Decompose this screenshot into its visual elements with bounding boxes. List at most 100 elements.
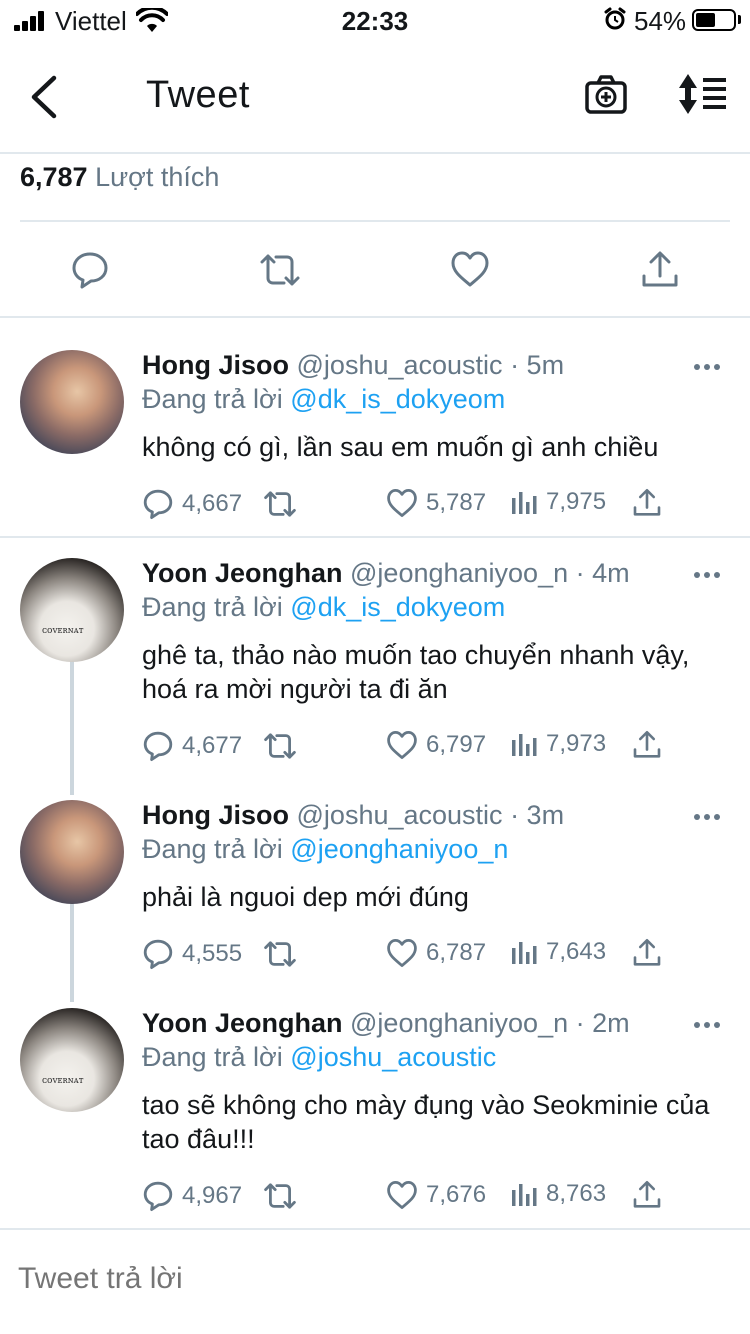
- avatar[interactable]: ᴄᴏᴠᴇʀɴᴀᴛ: [20, 1008, 124, 1112]
- camera-add-icon[interactable]: [584, 72, 628, 116]
- like-icon: [387, 730, 417, 760]
- divider: [0, 536, 750, 538]
- like-icon: [387, 1180, 417, 1210]
- share-icon: [633, 488, 661, 516]
- display-name[interactable]: Yoon Jeonghan: [142, 558, 343, 588]
- reply-count: 4,967: [182, 1182, 243, 1209]
- avatar[interactable]: ᴄᴏᴠᴇʀɴᴀᴛ: [20, 558, 124, 662]
- analytics-icon: [512, 492, 537, 514]
- like-button[interactable]: 6,787: [386, 938, 486, 968]
- like-button[interactable]: 7,676: [386, 1180, 486, 1210]
- more-icon[interactable]: [694, 364, 724, 370]
- reply-composer: [0, 1228, 750, 1334]
- reply-button[interactable]: 4,555: [142, 938, 242, 970]
- views-button[interactable]: 7,643: [510, 938, 606, 966]
- tweet-action-bar: [0, 222, 750, 318]
- timestamp: · 2m: [575, 1008, 630, 1038]
- timestamp: · 4m: [575, 558, 630, 588]
- like-button[interactable]: 6,797: [386, 730, 486, 760]
- share-icon: [633, 730, 661, 758]
- reply-icon: [143, 1181, 173, 1211]
- share-button[interactable]: [632, 938, 670, 968]
- user-handle[interactable]: @jeonghaniyoo_n: [350, 1008, 568, 1038]
- like-count: 6,787: [426, 939, 487, 966]
- reply-action-bar: 4,677 6,797 7,973: [142, 730, 722, 764]
- share-button[interactable]: [632, 1180, 670, 1210]
- avatar[interactable]: [20, 800, 124, 904]
- timestamp: · 5m: [510, 350, 565, 380]
- share-icon: [633, 938, 661, 966]
- display-name[interactable]: Hong Jisoo: [142, 350, 289, 380]
- like-count: 7,676: [426, 1181, 487, 1208]
- share-button[interactable]: [632, 488, 670, 518]
- chevron-left-icon[interactable]: [24, 72, 64, 122]
- analytics-icon: [512, 942, 537, 964]
- battery-level: [696, 13, 715, 27]
- reply-header: Hong Jisoo @joshu_acoustic · 3m: [142, 800, 564, 831]
- reply-button[interactable]: 4,667: [142, 488, 242, 520]
- reply-count: 4,667: [182, 490, 243, 517]
- battery-icon: [692, 9, 736, 31]
- mention-link[interactable]: @jeonghaniyoo_n: [290, 834, 508, 864]
- user-handle[interactable]: @jeonghaniyoo_n: [350, 558, 568, 588]
- thread-line: [70, 900, 74, 1002]
- retweet-button[interactable]: [262, 488, 306, 520]
- reply-icon: [143, 489, 173, 519]
- reply-icon: [143, 939, 173, 969]
- more-icon[interactable]: [694, 572, 724, 578]
- sort-icon[interactable]: [676, 72, 728, 116]
- avatar-shirt-print: ᴄᴏᴠᴇʀɴᴀᴛ: [42, 626, 84, 636]
- share-button[interactable]: [632, 730, 670, 760]
- reply-header: Yoon Jeonghan @jeonghaniyoo_n · 2m: [142, 1008, 630, 1039]
- retweet-icon: [264, 941, 296, 967]
- views-count: 7,973: [546, 730, 607, 757]
- mention-link[interactable]: @joshu_acoustic: [290, 1042, 496, 1072]
- views-count: 7,975: [546, 488, 607, 515]
- reply-count: 4,555: [182, 940, 243, 967]
- replying-prefix: Đang trả lời: [142, 384, 283, 414]
- reply-icon[interactable]: [70, 250, 110, 290]
- reply-button[interactable]: 4,967: [142, 1180, 242, 1212]
- user-handle[interactable]: @joshu_acoustic: [297, 800, 503, 830]
- retweet-icon: [264, 733, 296, 759]
- views-button[interactable]: 7,975: [510, 488, 606, 516]
- retweet-button[interactable]: [262, 1180, 306, 1212]
- reply-input[interactable]: [18, 1262, 718, 1296]
- reply-action-bar: 4,667 5,787 7,975: [142, 488, 722, 522]
- like-button[interactable]: 5,787: [386, 488, 486, 518]
- reply-action-bar: 4,555 6,787 7,643: [142, 938, 722, 972]
- replying-to: Đang trả lời @dk_is_dokyeom: [142, 592, 505, 623]
- more-icon[interactable]: [694, 1022, 724, 1028]
- retweet-icon: [264, 491, 296, 517]
- more-icon[interactable]: [694, 814, 724, 820]
- reply-button[interactable]: 4,677: [142, 730, 242, 762]
- mention-link[interactable]: @dk_is_dokyeom: [290, 384, 505, 414]
- likes-label: Lượt thích: [95, 162, 220, 192]
- page-title: Tweet: [146, 74, 250, 116]
- reply-icon: [143, 731, 173, 761]
- views-button[interactable]: 7,973: [510, 730, 606, 758]
- display-name[interactable]: Yoon Jeonghan: [142, 1008, 343, 1038]
- battery-tip: [738, 15, 741, 24]
- like-count: 5,787: [426, 489, 487, 516]
- status-bar: Viettel 22:33 54%: [0, 0, 750, 44]
- reply-header: Yoon Jeonghan @jeonghaniyoo_n · 4m: [142, 558, 630, 589]
- user-handle[interactable]: @joshu_acoustic: [297, 350, 503, 380]
- views-count: 8,763: [546, 1180, 607, 1207]
- avatar[interactable]: [20, 350, 124, 454]
- display-name[interactable]: Hong Jisoo: [142, 800, 289, 830]
- likes-count[interactable]: 6,787 Lượt thích: [20, 162, 219, 193]
- retweet-button[interactable]: [262, 938, 306, 970]
- like-icon: [387, 488, 417, 518]
- analytics-icon: [512, 1184, 537, 1206]
- battery-percent: 54%: [634, 6, 687, 36]
- retweet-icon[interactable]: [258, 250, 302, 290]
- retweet-button[interactable]: [262, 730, 306, 762]
- replying-prefix: Đang trả lời: [142, 592, 283, 622]
- reply-header: Hong Jisoo @joshu_acoustic · 5m: [142, 350, 564, 381]
- reply-action-bar: 4,967 7,676 8,763: [142, 1180, 722, 1214]
- share-icon[interactable]: [640, 250, 680, 290]
- like-icon[interactable]: [450, 250, 490, 288]
- mention-link[interactable]: @dk_is_dokyeom: [290, 592, 505, 622]
- views-button[interactable]: 8,763: [510, 1180, 606, 1208]
